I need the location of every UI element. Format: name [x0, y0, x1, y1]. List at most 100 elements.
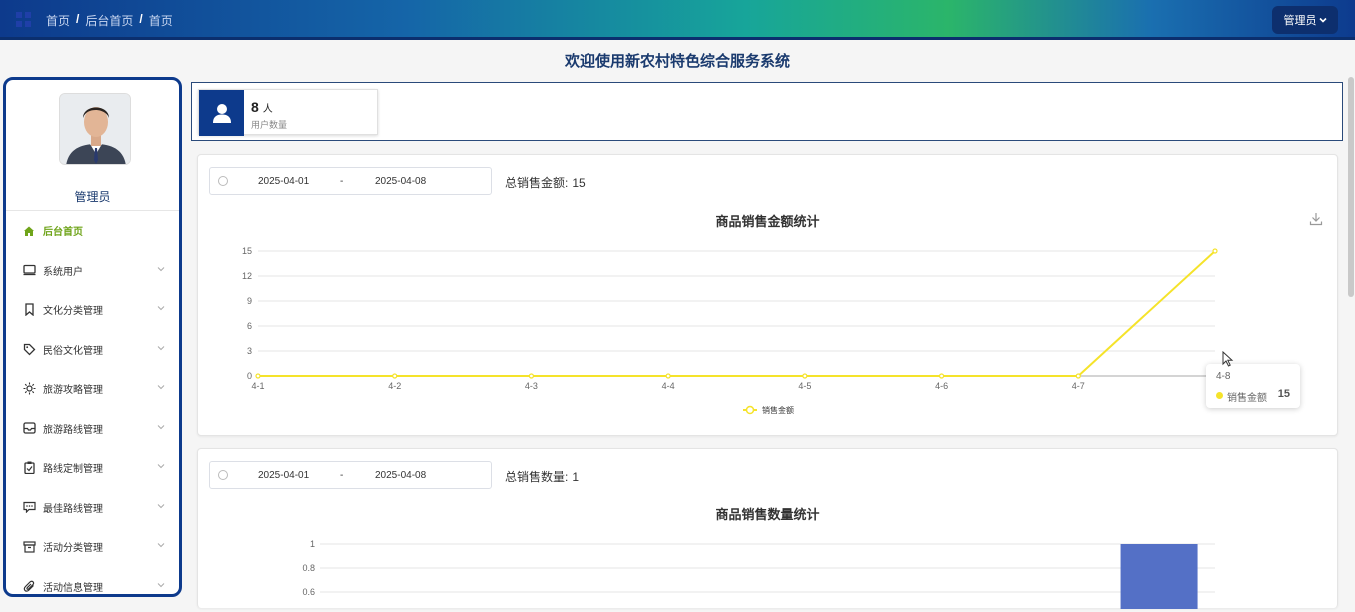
- x-tick-label: 4-5: [798, 381, 811, 391]
- chart-tooltip: 4-8 销售金额 15: [1206, 364, 1300, 408]
- sidebar-item-label: 系统用户: [43, 266, 83, 278]
- tooltip-category: 4-8: [1216, 371, 1231, 382]
- chevron-down-icon: [157, 503, 165, 508]
- y-tick-label: 6: [247, 321, 252, 331]
- y-tick-label: 1: [310, 539, 315, 549]
- user-count-label: 用户数量: [251, 120, 288, 130]
- user-count-card[interactable]: 8人 用户数量: [198, 89, 378, 136]
- tooltip-series-marker: [1216, 392, 1223, 399]
- sidebar-item-travel-route[interactable]: 旅游路线管理: [6, 409, 179, 449]
- data-point: [528, 373, 535, 379]
- sidebar-item-label: 活动信息管理: [43, 582, 103, 594]
- chevron-down-icon: [157, 266, 165, 271]
- tooltip-series-name: 销售金额: [1227, 393, 1267, 404]
- y-tick-label: 9: [247, 296, 252, 306]
- sales-amount-card: 2025-04-01 - 2025-04-08 总销售金额: 15 商品销售金额统…: [197, 154, 1338, 436]
- inbox-icon: [22, 421, 36, 435]
- monitor-icon: [22, 263, 36, 277]
- data-point: [665, 373, 671, 379]
- sidebar-item-folk-culture[interactable]: 民俗文化管理: [6, 330, 179, 370]
- sidebar-item-label: 后台首页: [43, 227, 83, 239]
- tooltip-value: 15: [1277, 388, 1290, 400]
- top-bar: 首页 / 后台首页 / 首页 管理员: [0, 0, 1355, 40]
- user-count-unit: 人: [262, 104, 273, 115]
- line-chart: 0 3 6 9 12 15 4-1 4-2 4-3 4-4 4-5 4-6 4-7 销售金额: [242, 246, 1218, 415]
- chevron-down-icon: [157, 464, 165, 469]
- sidebar-item-label: 民俗文化管理: [43, 345, 103, 357]
- sidebar-item-activity-category[interactable]: 活动分类管理: [6, 527, 179, 567]
- sidebar-item-label: 旅游攻略管理: [43, 385, 103, 397]
- sidebar-item-culture-category[interactable]: 文化分类管理: [6, 290, 179, 330]
- y-tick-label: 0: [247, 371, 252, 381]
- legend-marker-dot: [745, 405, 755, 415]
- profile-name: 管理员: [74, 190, 111, 204]
- chevron-down-icon: [1318, 17, 1327, 23]
- paperclip-icon: [22, 579, 36, 593]
- breadcrumb-item-home[interactable]: 首页: [46, 12, 70, 29]
- stats-panel: 8人 用户数量: [191, 82, 1343, 141]
- sidebar-item-label: 文化分类管理: [43, 306, 103, 318]
- y-tick-label: 15: [242, 246, 252, 256]
- bookmark-icon: [22, 303, 36, 317]
- sidebar-item-route-custom[interactable]: 路线定制管理: [6, 448, 179, 488]
- sidebar-item-system-users[interactable]: 系统用户: [6, 251, 179, 291]
- sidebar-item-label: 活动分类管理: [43, 543, 103, 555]
- sidebar-item-label: 最佳路线管理: [43, 503, 103, 515]
- breadcrumb-item-dashboard[interactable]: 后台首页: [85, 12, 133, 29]
- data-point: [392, 373, 398, 379]
- user-icon: [199, 90, 244, 136]
- x-tick-label: 4-7: [1072, 381, 1085, 391]
- x-tick-label: 4-2: [388, 381, 401, 391]
- home-icon: [22, 224, 36, 238]
- data-point: [1212, 248, 1218, 254]
- sidebar: 管理员 后台首页 系统用户 文化分类管理 民俗文化管理 旅游攻略管理 旅游路线管…: [3, 77, 182, 597]
- data-point: [938, 373, 945, 379]
- breadcrumb-separator: /: [76, 12, 80, 26]
- sidebar-item-activity-info[interactable]: 活动信息管理: [6, 567, 179, 595]
- tag-icon: [22, 342, 36, 356]
- page-scrollbar[interactable]: [1348, 77, 1354, 297]
- sidebar-menu: 后台首页 系统用户 文化分类管理 民俗文化管理 旅游攻略管理 旅游路线管理 路线…: [6, 211, 179, 595]
- sales-count-card: 2025-04-01 - 2025-04-08 总销售数量: 1 商品销售数量统计…: [197, 448, 1338, 609]
- archive-icon: [22, 540, 36, 554]
- sidebar-item-label: 旅游路线管理: [43, 424, 103, 436]
- sun-icon: [22, 382, 36, 396]
- data-point: [255, 373, 261, 379]
- page-title: 欢迎使用新农村特色综合服务系统: [564, 53, 790, 70]
- message-icon: [22, 500, 36, 514]
- user-count-value: 8人: [251, 99, 273, 115]
- y-tick-label: 3: [247, 346, 252, 356]
- sidebar-item-dashboard[interactable]: 后台首页: [6, 211, 179, 251]
- sidebar-item-label: 路线定制管理: [43, 464, 103, 476]
- data-point: [802, 373, 808, 379]
- menu-grid-icon[interactable]: [16, 12, 31, 27]
- avatar: [59, 93, 131, 165]
- breadcrumb-item-current: 首页: [148, 14, 173, 28]
- user-menu-button[interactable]: 管理员: [1272, 6, 1338, 34]
- sidebar-item-best-route[interactable]: 最佳路线管理: [6, 488, 179, 528]
- breadcrumb-separator: /: [139, 12, 143, 26]
- x-tick-label: 4-6: [935, 381, 948, 391]
- breadcrumb: 首页 / 后台首页 / 首页: [46, 12, 173, 29]
- x-tick-label: 4-1: [251, 381, 264, 391]
- chevron-down-icon: [157, 385, 165, 390]
- legend-label: 销售金额: [762, 405, 794, 415]
- x-tick-label: 4-4: [662, 381, 675, 391]
- bar-chart: 0.6 0.8 1: [302, 539, 1215, 609]
- sidebar-item-travel-guide[interactable]: 旅游攻略管理: [6, 369, 179, 409]
- chevron-down-icon: [157, 543, 165, 548]
- chevron-down-icon: [157, 345, 165, 350]
- y-tick-label: 0.6: [302, 587, 315, 597]
- bar: [1120, 544, 1198, 609]
- mouse-cursor-icon: [1222, 351, 1234, 367]
- series-line: [258, 250, 1216, 377]
- y-tick-label: 0.8: [302, 563, 315, 573]
- chevron-down-icon: [157, 582, 165, 587]
- clipboard-icon: [22, 461, 36, 475]
- chevron-down-icon: [157, 306, 165, 311]
- data-point: [1075, 373, 1081, 379]
- user-menu-label: 管理员: [1283, 15, 1317, 27]
- y-tick-label: 12: [242, 271, 252, 281]
- x-tick-label: 4-3: [525, 381, 538, 391]
- chevron-down-icon: [157, 424, 165, 429]
